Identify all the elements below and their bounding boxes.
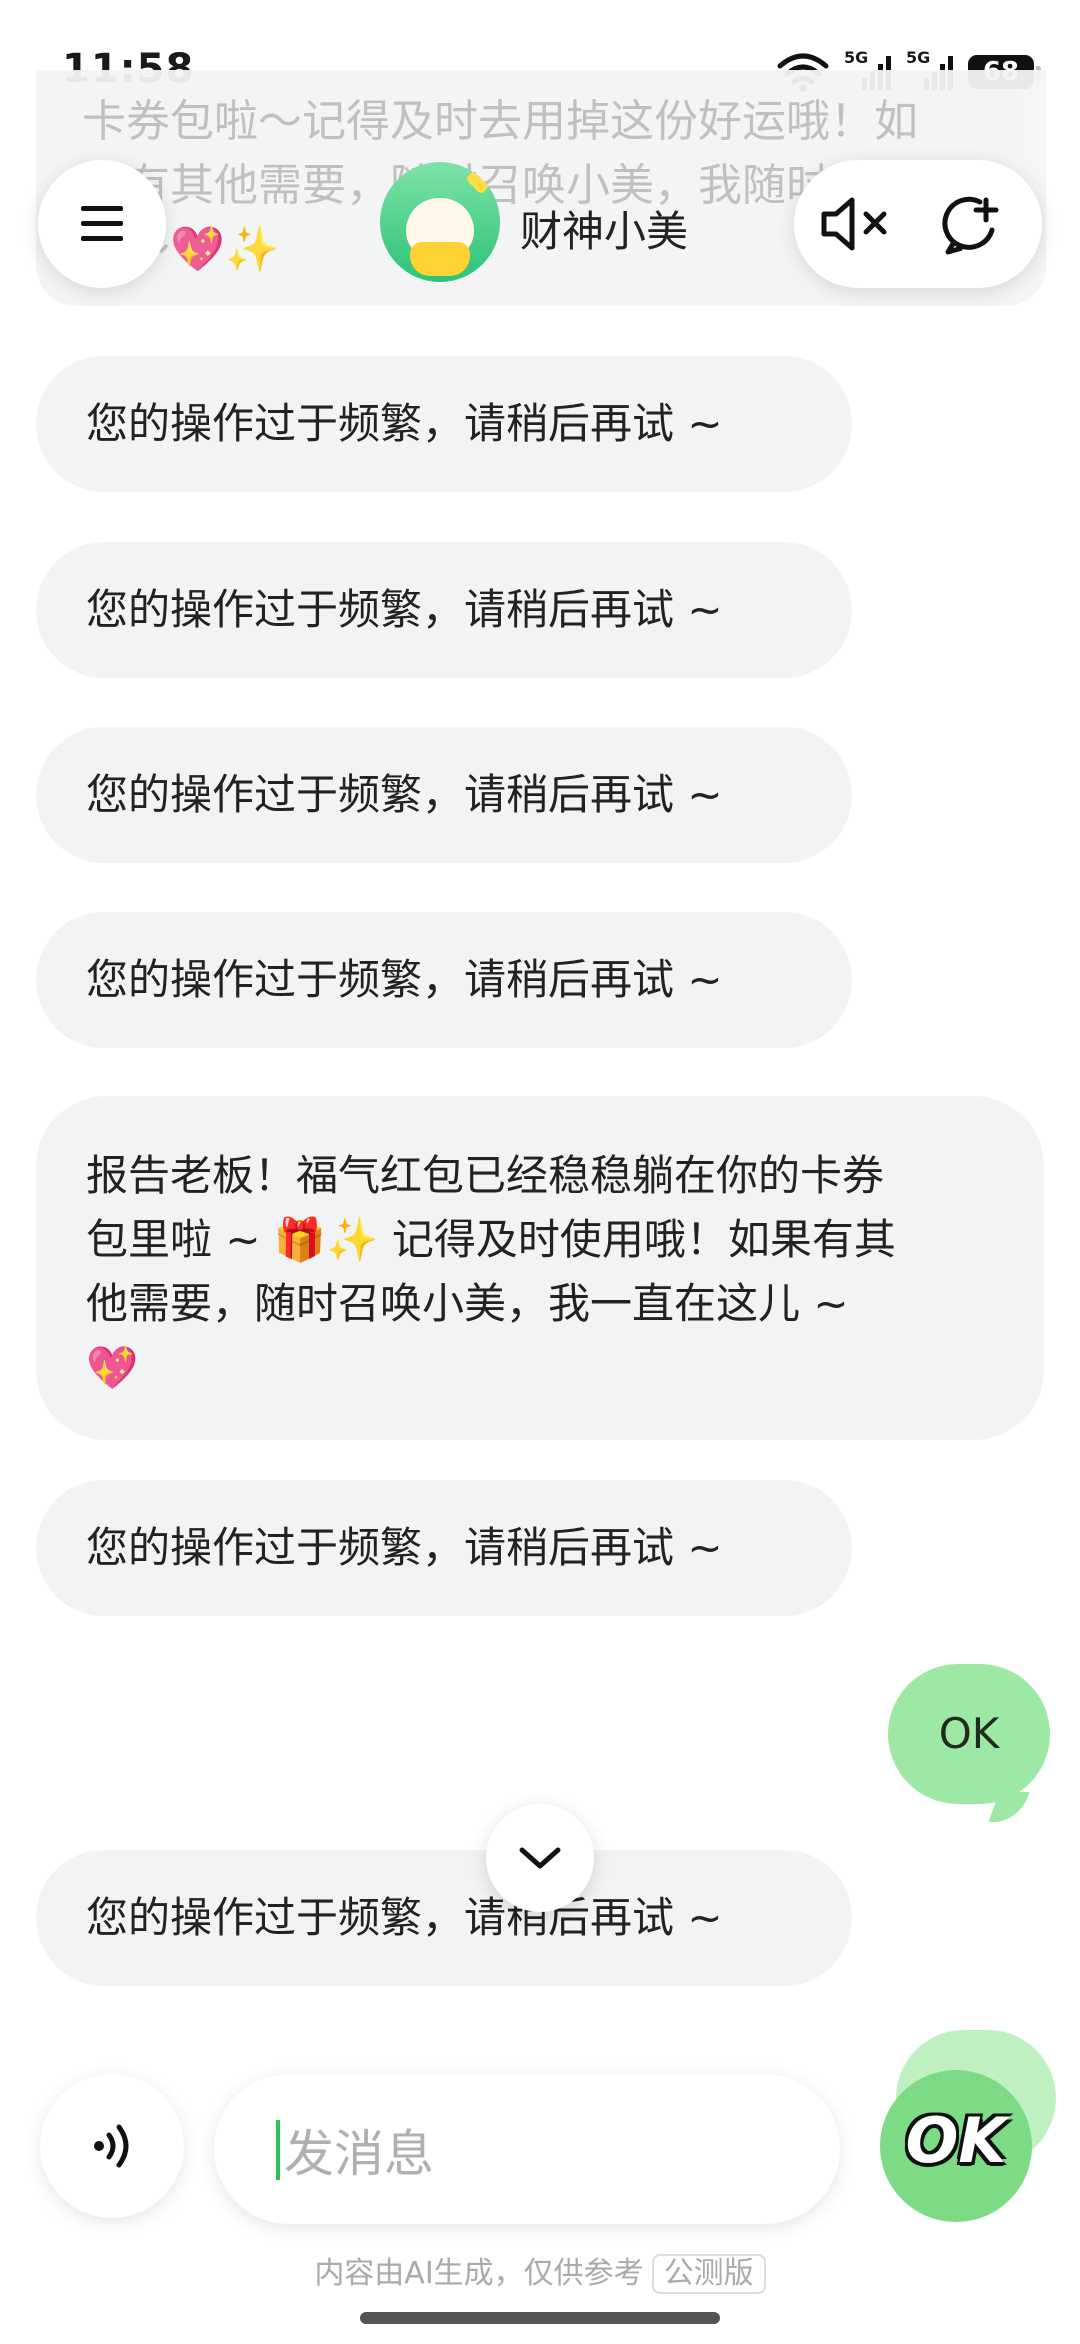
bot-name[interactable]: 财神小美: [520, 198, 688, 259]
menu-icon: [81, 206, 123, 241]
menu-button[interactable]: [38, 160, 166, 288]
voice-wave-icon: [94, 2124, 129, 2168]
bot-message: 您的操作过于频繁，请稍后再试 ~: [36, 912, 852, 1048]
message-line: 报告老板！福气红包已经稳稳躺在你的卡券: [86, 1151, 885, 1200]
header-actions: [794, 160, 1042, 288]
faded-line: 卡券包啦～记得及时去用掉这份好运哦！如: [82, 96, 918, 147]
speaker-mute-icon[interactable]: [818, 192, 892, 256]
bot-message: 您的操作过于频繁，请稍后再试 ~: [36, 727, 852, 863]
bot-message-long: 报告老板！福气红包已经稳稳躺在你的卡券 包里啦 ~ 🎁✨ 记得及时使用哦！如果有…: [36, 1096, 1044, 1440]
sticker-label: OK: [905, 2104, 1007, 2177]
home-indicator[interactable]: [360, 2312, 720, 2324]
message-line: 💖: [86, 1343, 139, 1392]
bot-message: 您的操作过于频繁，请稍后再试 ~: [36, 1850, 852, 1986]
message-line: 他需要，随时召唤小美，我一直在这儿 ~: [86, 1279, 849, 1328]
chevron-down-icon: [519, 1847, 561, 1869]
message-line: 包里啦 ~ 🎁✨ 记得及时使用哦！如果有其: [86, 1215, 896, 1264]
user-message: OK: [888, 1664, 1050, 1804]
message-input[interactable]: 发消息: [214, 2074, 840, 2224]
bot-avatar[interactable]: [380, 162, 500, 282]
bot-message: 您的操作过于频繁，请稍后再试 ~: [36, 1480, 852, 1616]
ai-disclaimer: 内容由AI生成，仅供参考 公测版: [0, 2248, 1080, 2294]
bot-message: 您的操作过于频繁，请稍后再试 ~: [36, 356, 852, 492]
disclaimer-text: 内容由AI生成，仅供参考: [314, 2256, 644, 2291]
beta-badge: 公测版: [651, 2254, 766, 2294]
input-placeholder: 发消息: [284, 2125, 434, 2183]
ok-sticker-button[interactable]: OK: [880, 2070, 1032, 2222]
new-chat-icon[interactable]: [940, 190, 1006, 256]
bot-message: 您的操作过于频繁，请稍后再试 ~: [36, 542, 852, 678]
text-cursor: [276, 2120, 280, 2180]
voice-input-button[interactable]: [40, 2074, 184, 2218]
scroll-to-bottom-button[interactable]: [486, 1804, 594, 1912]
